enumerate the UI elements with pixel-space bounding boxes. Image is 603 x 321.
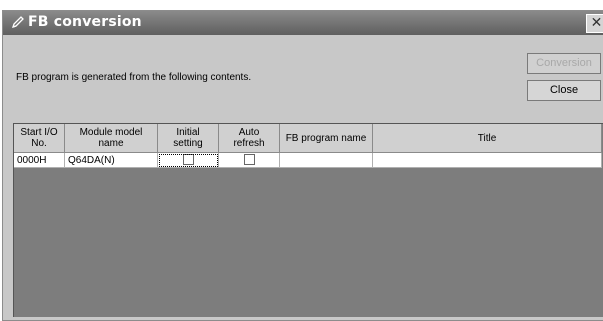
title-cell[interactable] xyxy=(372,152,602,168)
column-header-fb-program-name: FB program name xyxy=(279,124,373,153)
column-header-start-io: Start I/O No. xyxy=(14,124,65,153)
auto-refresh-cell[interactable] xyxy=(218,152,280,168)
column-header-auto-refresh: Auto refresh xyxy=(218,124,280,153)
info-message: FB program is generated from the followi… xyxy=(16,72,252,83)
start-io-cell: 0000H xyxy=(14,152,65,168)
fb-table: Start I/O No. Module model name Initial set… xyxy=(13,123,603,317)
close-button[interactable]: Close xyxy=(527,80,601,101)
column-header-module-model: Module model name xyxy=(64,124,158,153)
module-model-cell: Q64DA(N) xyxy=(64,152,158,168)
conversion-button[interactable]: Conversion xyxy=(527,53,601,74)
column-header-initial-setting: Initial setting xyxy=(157,124,219,153)
table-row[interactable]: 0000H Q64DA(N) xyxy=(14,152,602,168)
initial-setting-cell[interactable] xyxy=(157,152,219,168)
close-window-button[interactable]: ✕ xyxy=(586,14,603,33)
pen-icon xyxy=(11,16,24,29)
auto-refresh-checkbox[interactable] xyxy=(243,154,255,166)
table-header-row: Start I/O No. Module model name Initial set… xyxy=(14,124,602,153)
title-bar: FB conversion ✕ xyxy=(3,11,603,35)
column-header-title: Title xyxy=(372,124,602,153)
initial-setting-checkbox[interactable] xyxy=(182,154,194,166)
window-title: FB conversion xyxy=(28,14,142,30)
fb-conversion-dialog: FB conversion ✕ FB program is generated … xyxy=(2,10,603,321)
fb-program-name-cell[interactable] xyxy=(279,152,373,168)
